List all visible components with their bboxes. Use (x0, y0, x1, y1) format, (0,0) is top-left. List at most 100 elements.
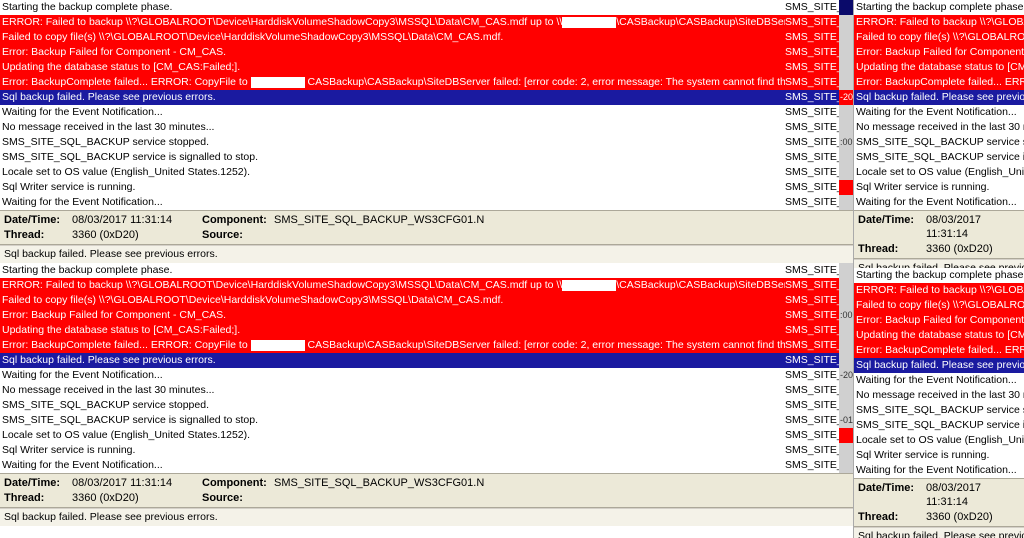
log-message: ERROR: Failed to backup \\?\GLOBALROOT\D… (0, 15, 785, 30)
log-row[interactable]: Error: BackupComplete failed... ERROR: C… (0, 338, 853, 353)
log-row[interactable]: Failed to copy file(s) \\?\GLOBALROOT (854, 30, 1024, 45)
log-message: Error: BackupComplete failed... ERROR: (854, 343, 1024, 358)
row-marker (839, 15, 853, 30)
log-message: Updating the database status to [CM_CAS:… (0, 323, 785, 338)
log-row[interactable]: No message received in the last 30 minut… (0, 383, 853, 398)
log-row[interactable]: Waiting for the Event Notification...SMS… (0, 105, 853, 120)
log-message: Updating the database status to [CM_CA (854, 328, 1024, 343)
log-row[interactable]: No message received in the last 30 minut (854, 388, 1024, 403)
log-row[interactable]: Error: Backup Failed for Component - C (854, 45, 1024, 60)
log-row[interactable]: Failed to copy file(s) \\?\GLOBALROOT (854, 298, 1024, 313)
log-row[interactable]: Waiting for the Event Notification...SMS… (0, 195, 853, 210)
log-message: Sql backup failed. Please see previous e… (0, 353, 785, 368)
log-row[interactable]: SMS_SITE_SQL_BACKUP service is signall (854, 418, 1024, 433)
log-row[interactable]: Error: Backup Failed for Component - C (854, 313, 1024, 328)
log-message: Waiting for the Event Notification... (854, 105, 1024, 120)
log-row[interactable]: ERROR: Failed to backup \\?\GLOBALROO (854, 283, 1024, 298)
log-row[interactable]: Sql Writer service is running. (854, 448, 1024, 463)
log-row[interactable]: ERROR: Failed to backup \\?\GLOBALROOT\D… (0, 15, 853, 30)
log-row[interactable]: Error: BackupComplete failed... ERROR: C… (0, 75, 853, 90)
redacted-span (562, 280, 616, 291)
row-marker (839, 165, 853, 180)
row-marker (839, 180, 853, 195)
log-row[interactable]: Updating the database status to [CM_CA (854, 328, 1024, 343)
log-row[interactable]: Locale set to OS value (English_United S… (854, 433, 1024, 448)
log-message: Waiting for the Event Notification... (0, 368, 785, 383)
log-message: Error: Backup Failed for Component - CM_… (0, 308, 785, 323)
log-component: SMS_SITE_ (785, 413, 839, 428)
log-row[interactable]: Failed to copy file(s) \\?\GLOBALROOT\De… (0, 30, 853, 45)
log-row[interactable]: SMS_SITE_SQL_BACKUP service stopped.SMS_… (0, 398, 853, 413)
log-row[interactable]: No message received in the last 30 minut… (0, 120, 853, 135)
log-message: Failed to copy file(s) \\?\GLOBALROOT (854, 298, 1024, 313)
log-row[interactable]: No message received in the last 30 minut (854, 120, 1024, 135)
log-row[interactable]: Error: BackupComplete failed... ERROR: (854, 75, 1024, 90)
log-row[interactable]: Starting the backup complete phase. (854, 268, 1024, 283)
log-row[interactable]: Waiting for the Event Notification... (854, 373, 1024, 388)
log-row[interactable]: SMS_SITE_SQL_BACKUP service is signalled… (0, 150, 853, 165)
row-marker (839, 338, 853, 353)
row-marker (839, 150, 853, 165)
log-row[interactable]: Updating the database status to [CM_CA (854, 60, 1024, 75)
log-message: Locale set to OS value (English_United S… (854, 433, 1024, 448)
log-component: SMS_SITE_ (785, 195, 839, 210)
log-row[interactable]: Error: Backup Failed for Component - CM_… (0, 45, 853, 60)
log-message: Waiting for the Event Notification... (854, 195, 1024, 210)
log-message: Error: BackupComplete failed... ERROR: C… (0, 75, 785, 90)
log-row[interactable]: Waiting for the Event Notification... (854, 195, 1024, 210)
row-marker (839, 195, 853, 210)
log-row[interactable]: Locale set to OS value (English_United S… (0, 428, 853, 443)
log-row[interactable]: Starting the backup complete phase.SMS_S… (0, 263, 853, 278)
log-row[interactable]: Updating the database status to [CM_CAS:… (0, 60, 853, 75)
log-component: SMS_SITE_ (785, 443, 839, 458)
log-message: No message received in the last 30 minut (854, 388, 1024, 403)
log-message: Sql backup failed. Please see previous e… (0, 90, 785, 105)
row-marker (839, 75, 853, 90)
status-bar-2: Sql backup failed. Please see previous e… (0, 508, 853, 526)
log-message: Error: Backup Failed for Component - C (854, 45, 1024, 60)
row-marker (839, 323, 853, 338)
log-row[interactable]: Sql Writer service is running. (854, 180, 1024, 195)
log-row[interactable]: Starting the backup complete phase.SMS_S… (0, 0, 853, 15)
datetime-label: Date/Time: (4, 213, 72, 227)
source-value (274, 491, 849, 505)
log-row[interactable]: Sql backup failed. Please see previous e… (0, 353, 853, 368)
log-row[interactable]: ERROR: Failed to backup \\?\GLOBALROOT\D… (0, 278, 853, 293)
log-row[interactable]: SMS_SITE_SQL_BACKUP service stopped (854, 403, 1024, 418)
row-marker (839, 443, 853, 458)
log-row[interactable]: ERROR: Failed to backup \\?\GLOBALROO (854, 15, 1024, 30)
datetime-label: Date/Time: (858, 213, 926, 241)
log-row[interactable]: Waiting for the Event Notification... (854, 463, 1024, 478)
log-row[interactable]: Sql Writer service is running.SMS_SITE_ (0, 443, 853, 458)
log-row[interactable]: Failed to copy file(s) \\?\GLOBALROOT\De… (0, 293, 853, 308)
log-message: Error: BackupComplete failed... ERROR: C… (0, 338, 785, 353)
log-row[interactable]: Sql backup failed. Please see previous e… (0, 90, 853, 105)
log-message: No message received in the last 30 minut… (0, 383, 785, 398)
log-row[interactable]: SMS_SITE_SQL_BACKUP service stopped (854, 135, 1024, 150)
datetime-value: 08/03/2017 11:31:14 (926, 213, 1020, 241)
log-component: SMS_SITE_ (785, 180, 839, 195)
log-row[interactable]: Updating the database status to [CM_CAS:… (0, 323, 853, 338)
row-marker (839, 45, 853, 60)
log-row[interactable]: Sql Writer service is running.SMS_SITE_ (0, 180, 853, 195)
log-row[interactable]: Waiting for the Event Notification...SMS… (0, 458, 853, 473)
log-row[interactable]: Locale set to OS value (English_United S… (854, 165, 1024, 180)
log-row[interactable]: Sql backup failed. Please see previous e… (854, 358, 1024, 373)
log-component: SMS_SITE_ (785, 428, 839, 443)
log-row[interactable]: Sql backup failed. Please see previous e… (854, 90, 1024, 105)
log-message: Sql Writer service is running. (854, 180, 1024, 195)
log-message: Waiting for the Event Notification... (0, 458, 785, 473)
log-row[interactable]: Starting the backup complete phase. (854, 0, 1024, 15)
detail-panel-r1: Date/Time: 08/03/2017 11:31:14 Thread: 3… (854, 210, 1024, 259)
log-row[interactable]: SMS_SITE_SQL_BACKUP service is signall (854, 150, 1024, 165)
log-component: SMS_SITE_ (785, 0, 839, 15)
log-row[interactable]: SMS_SITE_SQL_BACKUP service is signalled… (0, 413, 853, 428)
thread-value: 3360 (0xD20) (926, 510, 1020, 524)
log-row[interactable]: Locale set to OS value (English_United S… (0, 165, 853, 180)
log-row[interactable]: Waiting for the Event Notification...SMS… (0, 368, 853, 383)
log-row[interactable]: Error: BackupComplete failed... ERROR: (854, 343, 1024, 358)
log-row[interactable]: Waiting for the Event Notification... (854, 105, 1024, 120)
log-message: SMS_SITE_SQL_BACKUP service stopped. (0, 398, 785, 413)
log-row[interactable]: Error: Backup Failed for Component - CM_… (0, 308, 853, 323)
log-row[interactable]: SMS_SITE_SQL_BACKUP service stopped.SMS_… (0, 135, 853, 150)
